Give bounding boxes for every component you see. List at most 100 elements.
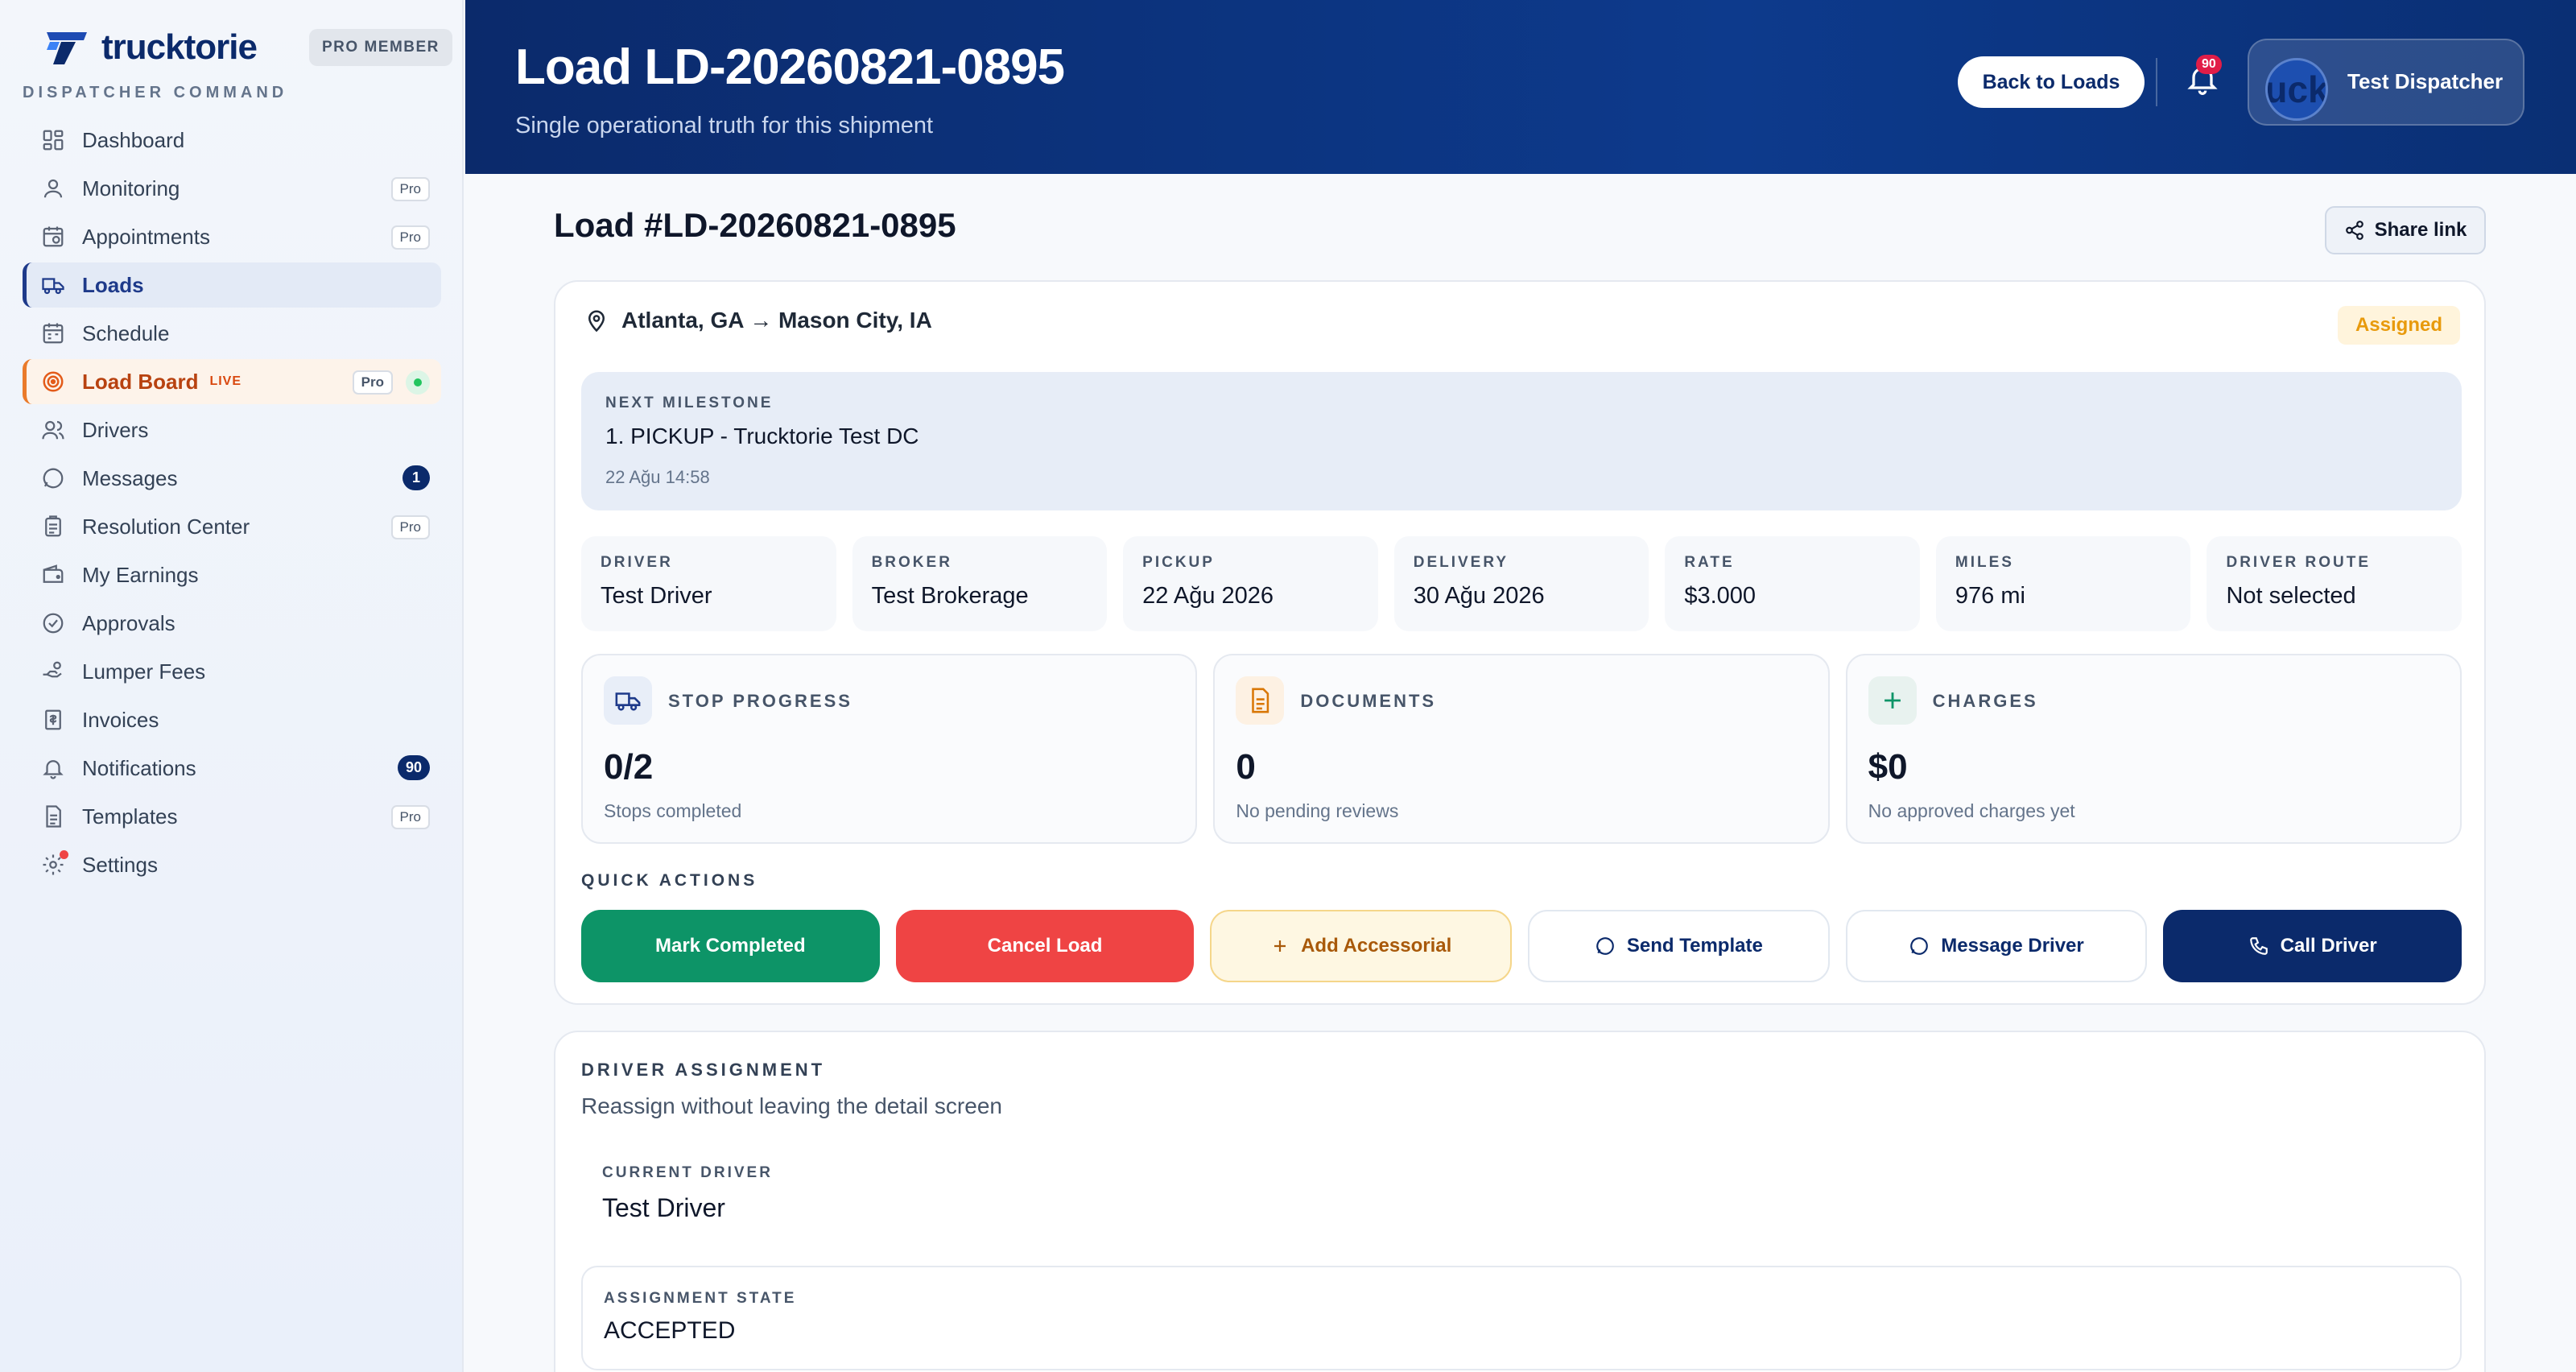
button-label: Cancel Load <box>987 935 1103 957</box>
stat-rate: RATE $3.000 <box>1665 536 1920 631</box>
sidebar-item-settings[interactable]: Settings <box>23 842 441 887</box>
button-label: Message Driver <box>1941 935 2084 957</box>
sidebar-item-label: Settings <box>82 852 158 877</box>
assignment-state-value: ACCEPTED <box>604 1317 736 1344</box>
hand-coins-icon <box>40 659 66 684</box>
kpi-sub: No approved charges yet <box>1868 800 2075 821</box>
milestone-date: 22 Ağu 14:58 <box>605 467 710 487</box>
sidebar-item-invoices[interactable]: Invoices <box>23 697 441 742</box>
share-link-button[interactable]: Share link <box>2325 206 2486 254</box>
live-badge: LIVE <box>209 374 242 388</box>
user-name: Test Dispatcher <box>2347 69 2504 93</box>
route: Atlanta, GA → Mason City, IA <box>584 308 932 333</box>
sidebar-item-label: Approvals <box>82 610 175 635</box>
pro-tag: Pro <box>390 177 430 201</box>
page-title: Load LD-20260821-0895 <box>515 39 1065 95</box>
sidebar-item-approvals[interactable]: Approvals <box>23 601 441 646</box>
document-icon <box>40 804 66 829</box>
kpi-label: STOP PROGRESS <box>668 691 852 711</box>
sidebar-item-label: Appointments <box>82 224 210 249</box>
driver-assignment-subtitle: Reassign without leaving the detail scre… <box>581 1093 1002 1118</box>
sidebar-item-label: Dashboard <box>82 127 185 152</box>
driver-assignment-title: DRIVER ASSIGNMENT <box>581 1060 826 1080</box>
settings-alert-dot <box>60 850 68 859</box>
sidebar-item-lumper-fees[interactable]: Lumper Fees <box>23 649 441 694</box>
brand-logo[interactable]: trucktorie <box>43 27 258 68</box>
milestone-label: NEXT MILESTONE <box>605 395 774 411</box>
send-template-button[interactable]: Send Template <box>1528 910 1830 982</box>
button-label: Call Driver <box>2280 935 2377 957</box>
load-summary-card: Atlanta, GA → Mason City, IA Assigned NE… <box>554 280 2486 1005</box>
wallet-icon <box>40 562 66 588</box>
check-circle-icon <box>40 610 66 636</box>
call-driver-button[interactable]: Call Driver <box>2163 910 2462 982</box>
phone-icon <box>2249 937 2268 955</box>
user-menu[interactable]: uck Test Dispatcher <box>2248 39 2524 126</box>
add-accessorial-button[interactable]: Add Accessorial <box>1210 910 1513 982</box>
stat-miles: MILES 976 mi <box>1935 536 2191 631</box>
plus-icon <box>1868 676 1917 725</box>
pro-member-badge: PRO MEMBER <box>309 29 452 66</box>
kpi-stop-progress[interactable]: STOP PROGRESS 0/2 Stops completed <box>581 654 1198 844</box>
sidebar-item-resolution-center[interactable]: Resolution Center Pro <box>23 504 441 549</box>
kpi-cards: STOP PROGRESS 0/2 Stops completed DOCUME… <box>581 654 2462 844</box>
notifications-count-badge: 90 <box>397 755 430 780</box>
sidebar-item-schedule[interactable]: Schedule <box>23 311 441 356</box>
stat-value: 22 Ağu 2026 <box>1142 583 1274 609</box>
sidebar-item-label: Loads <box>82 272 144 297</box>
sidebar-item-monitoring[interactable]: Monitoring Pro <box>23 166 441 211</box>
sidebar-nav: Dashboard Monitoring Pro Appointments Pr… <box>23 118 441 891</box>
sidebar-item-load-board[interactable]: Load Board LIVE Pro <box>23 359 441 404</box>
truck-icon <box>604 676 652 725</box>
route-text: Atlanta, GA → Mason City, IA <box>621 308 932 333</box>
quick-actions: Mark Completed Cancel Load Add Accessori… <box>581 910 2462 982</box>
chat-icon <box>1596 937 1614 955</box>
dashboard-icon <box>40 127 66 153</box>
receipt-icon <box>40 707 66 733</box>
stat-label: MILES <box>1955 554 2014 571</box>
sidebar-item-loads[interactable]: Loads <box>23 262 441 308</box>
kpi-charges[interactable]: CHARGES $0 No approved charges yet <box>1845 654 2462 844</box>
pro-tag: Pro <box>390 805 430 829</box>
stat-value: Not selected <box>2226 583 2356 609</box>
sidebar-item-label: Resolution Center <box>82 514 250 539</box>
stat-value: Test Brokerage <box>871 583 1029 609</box>
sidebar: trucktorie PRO MEMBER DISPATCHER COMMAND… <box>0 0 464 1372</box>
sidebar-item-label: Notifications <box>82 755 196 780</box>
clipboard-icon <box>40 514 66 539</box>
sidebar-item-label: Drivers <box>82 417 149 442</box>
stat-label: DRIVER ROUTE <box>2226 554 2372 571</box>
stat-driver-route: DRIVER ROUTE Not selected <box>2207 536 2462 631</box>
kpi-documents[interactable]: DOCUMENTS 0 No pending reviews <box>1213 654 1830 844</box>
button-label: Add Accessorial <box>1301 935 1452 957</box>
assignment-state: ASSIGNMENT STATE ACCEPTED <box>581 1266 2462 1370</box>
bell-icon <box>40 755 66 781</box>
back-to-loads-button[interactable]: Back to Loads <box>1958 56 2145 108</box>
sidebar-item-messages[interactable]: Messages 1 <box>23 456 441 501</box>
sidebar-item-my-earnings[interactable]: My Earnings <box>23 552 441 597</box>
kpi-label: CHARGES <box>1932 691 2038 711</box>
sidebar-item-label: Lumper Fees <box>82 659 206 684</box>
sidebar-item-drivers[interactable]: Drivers <box>23 407 441 453</box>
sidebar-item-appointments[interactable]: Appointments Pro <box>23 214 441 259</box>
next-milestone: NEXT MILESTONE 1. PICKUP - Trucktorie Te… <box>581 372 2462 510</box>
load-heading: Load #LD-20260821-0895 <box>554 206 956 244</box>
cancel-load-button[interactable]: Cancel Load <box>895 910 1195 982</box>
sidebar-item-notifications[interactable]: Notifications 90 <box>23 746 441 791</box>
share-icon <box>2345 221 2363 240</box>
quick-actions-label: QUICK ACTIONS <box>581 871 758 890</box>
sidebar-item-dashboard[interactable]: Dashboard <box>23 118 441 163</box>
driver-assignment-card: DRIVER ASSIGNMENT Reassign without leavi… <box>554 1031 2486 1372</box>
sidebar-section-title: DISPATCHER COMMAND <box>23 84 288 101</box>
sidebar-item-templates[interactable]: Templates Pro <box>23 794 441 839</box>
milestone-title: 1. PICKUP - Trucktorie Test DC <box>605 424 919 448</box>
sidebar-item-label: Invoices <box>82 707 159 732</box>
status-badge: Assigned <box>2337 306 2460 345</box>
pro-tag: Pro <box>352 370 393 395</box>
mark-completed-button[interactable]: Mark Completed <box>581 910 880 982</box>
kpi-sub: Stops completed <box>604 800 742 821</box>
current-driver-value: Test Driver <box>602 1193 725 1222</box>
chat-icon <box>1910 937 1929 955</box>
message-driver-button[interactable]: Message Driver <box>1845 910 2148 982</box>
stat-label: RATE <box>1684 554 1735 571</box>
